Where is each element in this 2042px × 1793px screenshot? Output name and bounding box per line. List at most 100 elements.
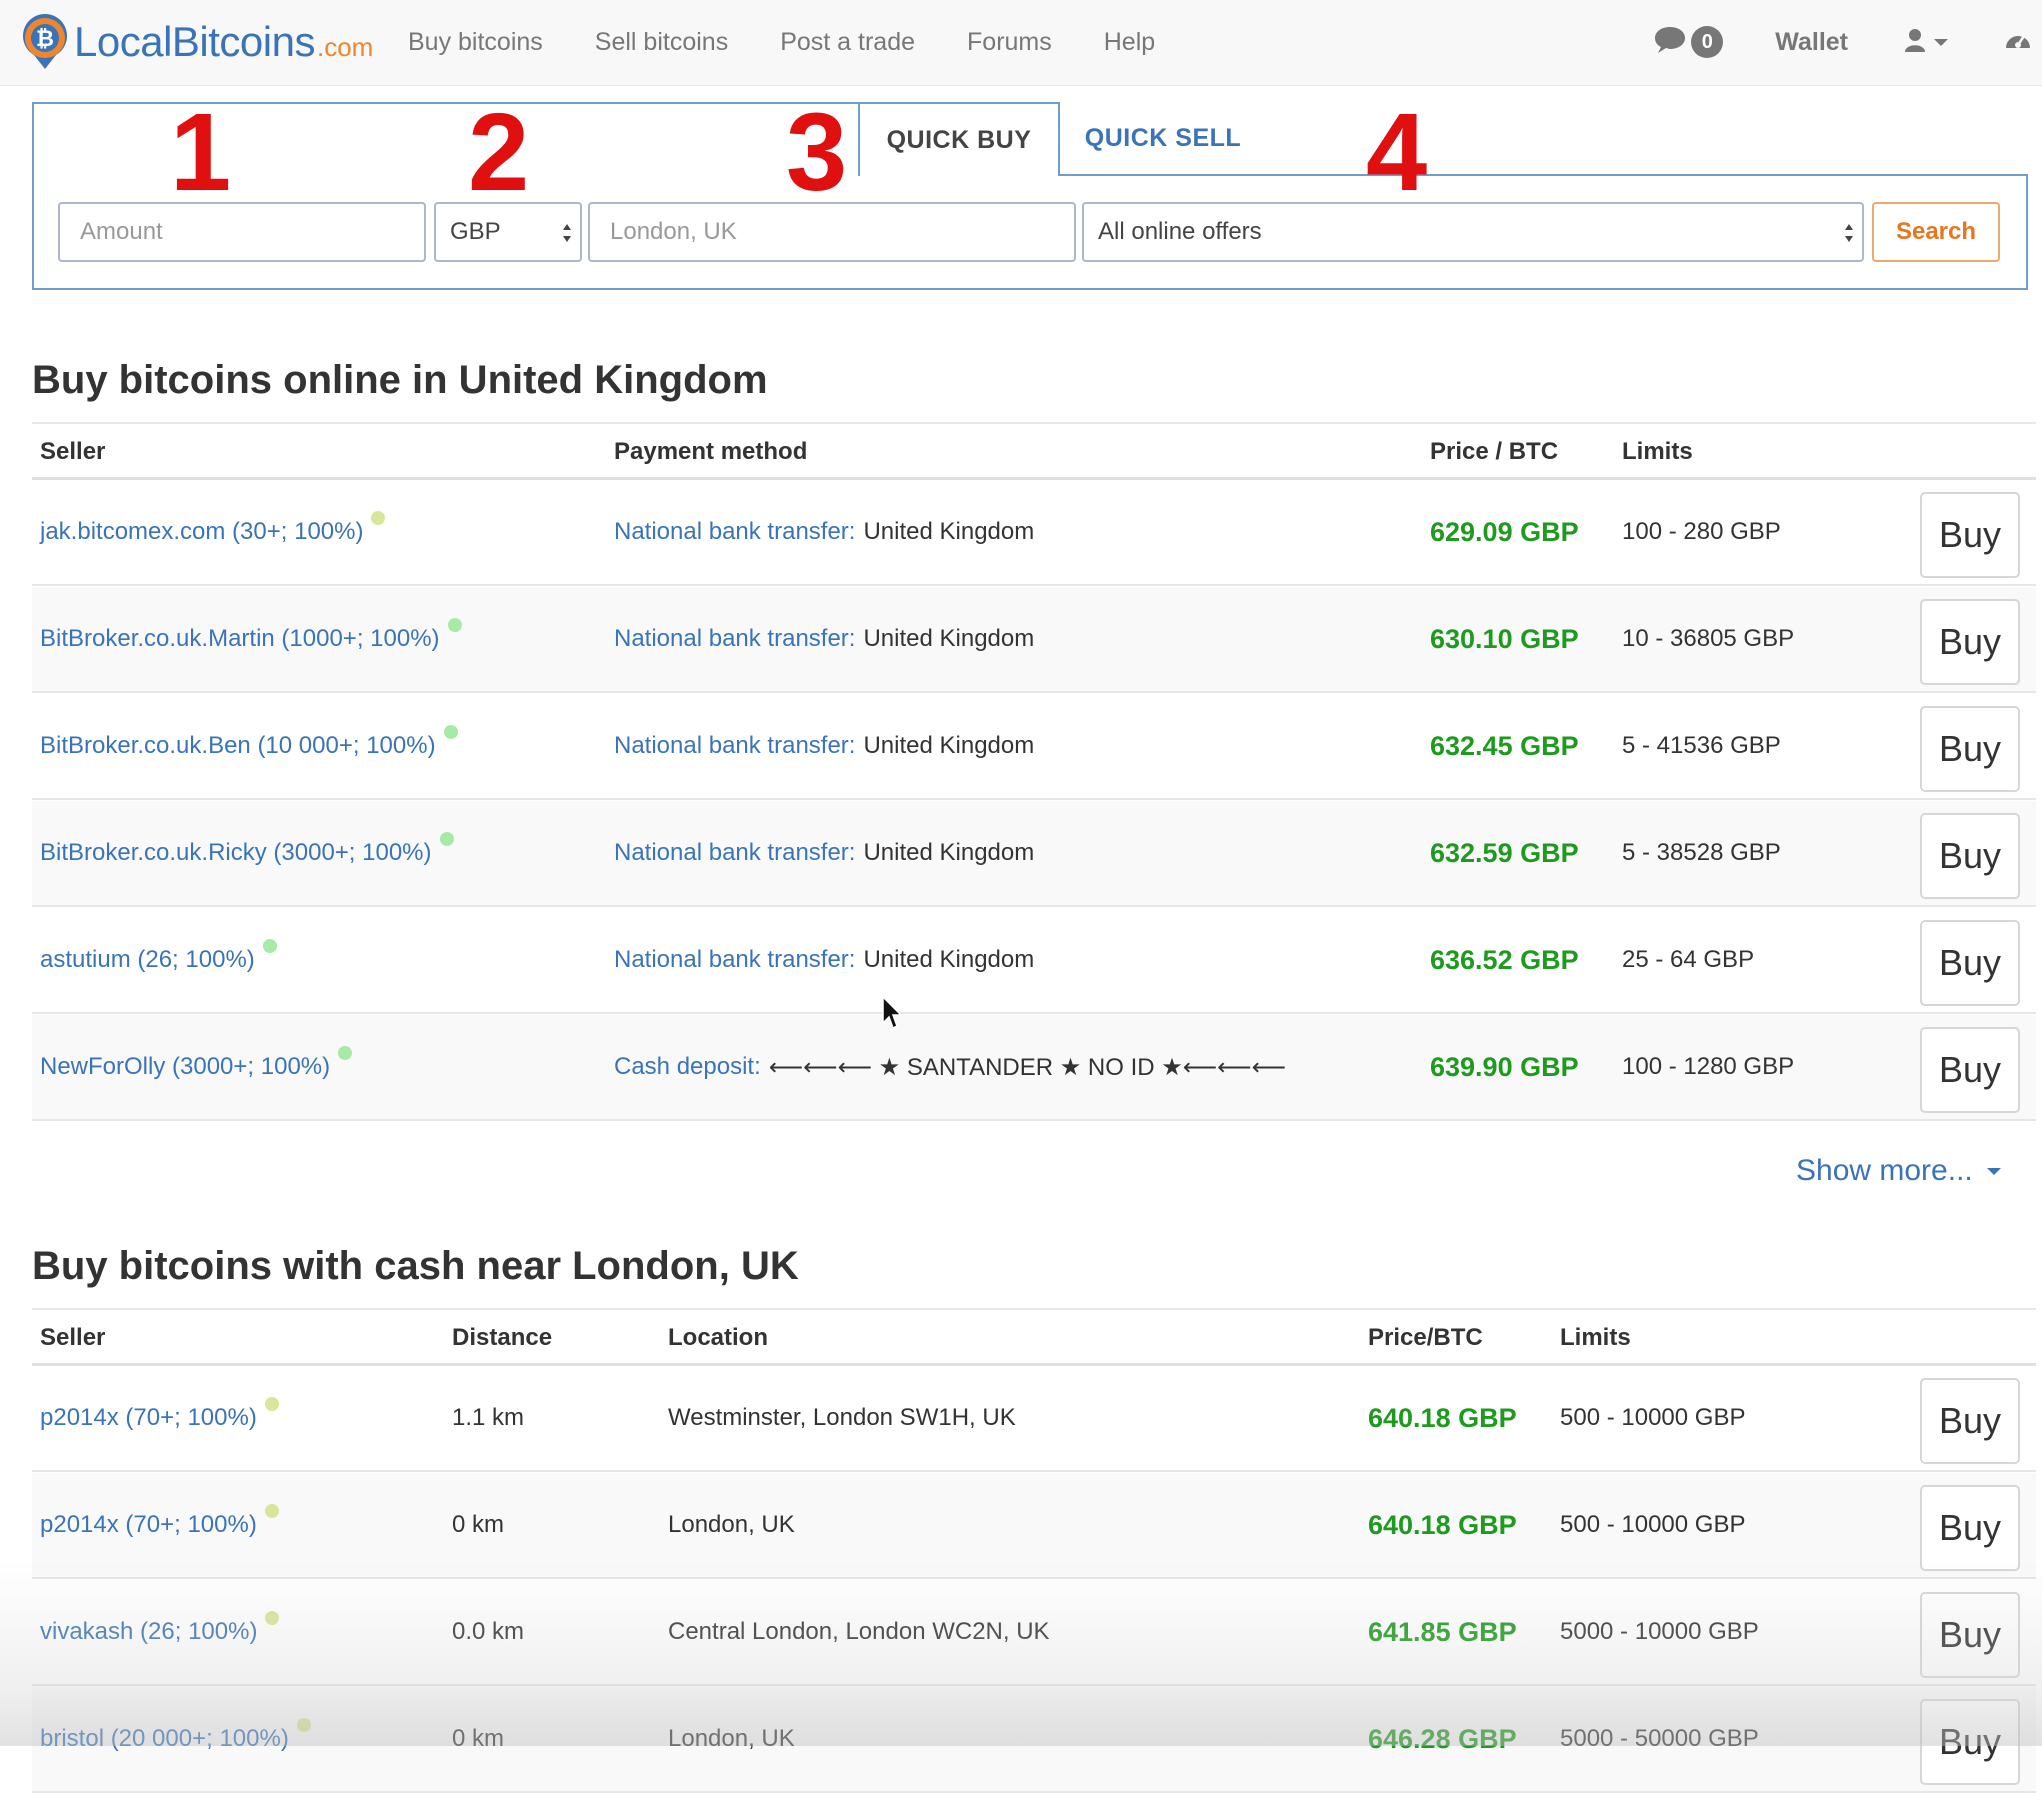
buy-button[interactable]: Buy: [1920, 813, 2020, 899]
online-status-dot: [265, 1611, 280, 1625]
annotation-2: 2: [468, 91, 530, 214]
table-row: bristol (20 000+; 100%) 0 km London, UK …: [32, 1687, 2036, 1793]
online-status-dot: [264, 1504, 279, 1518]
main-nav: Buy bitcoins Sell bitcoins Post a trade …: [408, 0, 1207, 84]
payment-cell: National bank transfer: United Kingdom: [614, 587, 1034, 691]
online-status-dot: [443, 725, 458, 739]
seller-link[interactable]: BitBroker.co.uk.Ben (10 000+; 100%): [40, 732, 436, 760]
distance-cell: 0.0 km: [452, 1618, 525, 1645]
online-status-dot: [371, 511, 386, 525]
offer-type-select[interactable]: All online offers: [1082, 202, 1864, 262]
tab-quick-sell[interactable]: QUICK SELL: [1060, 102, 1266, 174]
message-count-badge: 0: [1691, 26, 1724, 58]
location-cell: London, UK: [668, 1725, 795, 1752]
payment-cell: National bank transfer: United Kingdom: [614, 480, 1034, 584]
seller-link[interactable]: astutium (26; 100%): [40, 946, 255, 974]
col-payment-method: Payment method: [614, 438, 808, 465]
seller-cell: NewForOlly (3000+; 100%): [40, 1015, 353, 1119]
table-row: NewForOlly (3000+; 100%) Cash deposit: ⟵…: [32, 1015, 2036, 1121]
amount-input[interactable]: Amount: [58, 202, 426, 262]
payment-detail: United Kingdom: [863, 732, 1035, 759]
table-row: astutium (26; 100%) National bank transf…: [32, 908, 2036, 1014]
online-table-header: Seller Payment method Price / BTC Limits: [32, 422, 2036, 480]
payment-method-link[interactable]: National bank transfer:: [614, 839, 855, 867]
online-section-title: Buy bitcoins online in United Kingdom: [32, 358, 768, 402]
col-location: Location: [668, 1324, 768, 1351]
messages-button[interactable]: 0: [1653, 25, 1724, 60]
seller-cell: bristol (20 000+; 100%): [40, 1687, 311, 1791]
payment-method-link[interactable]: Cash deposit:: [614, 1053, 761, 1081]
col-limits: Limits: [1560, 1324, 1631, 1351]
price-cell: 639.90 GBP: [1430, 1051, 1579, 1082]
seller-link[interactable]: jak.bitcomex.com (30+; 100%): [40, 518, 363, 546]
seller-link[interactable]: p2014x (70+; 100%): [40, 1511, 257, 1539]
buy-button[interactable]: Buy: [1920, 492, 2020, 578]
payment-detail: United Kingdom: [863, 946, 1035, 973]
buy-button[interactable]: Buy: [1920, 1592, 2020, 1678]
limits-cell: 500 - 10000 GBP: [1560, 1511, 1746, 1538]
gauge-icon[interactable]: [2004, 28, 2032, 57]
currency-value: GBP: [450, 218, 501, 245]
price-cell: 640.18 GBP: [1368, 1509, 1517, 1540]
payment-method-link[interactable]: National bank transfer:: [614, 732, 855, 760]
navbar: ₿ LocalBitcoins .com Buy bitcoins Sell b…: [0, 0, 2042, 86]
annotation-3: 3: [786, 91, 848, 214]
cash-section-title: Buy bitcoins with cash near London, UK: [32, 1244, 799, 1288]
buy-button[interactable]: Buy: [1920, 1699, 2020, 1785]
online-status-dot: [296, 1718, 311, 1732]
limits-cell: 10 - 36805 GBP: [1622, 625, 1795, 652]
nav-forums[interactable]: Forums: [967, 28, 1052, 57]
seller-link[interactable]: NewForOlly (3000+; 100%): [40, 1053, 330, 1081]
svg-text:₿: ₿: [36, 26, 54, 51]
nav-help[interactable]: Help: [1104, 28, 1155, 57]
payment-method-link[interactable]: National bank transfer:: [614, 518, 855, 546]
payment-cell: Cash deposit: ⟵⟵⟵ ★ SANTANDER ★ NO ID ★⟵…: [614, 1015, 1286, 1119]
payment-method-link[interactable]: National bank transfer:: [614, 625, 855, 653]
nav-post-trade[interactable]: Post a trade: [780, 28, 915, 57]
cash-table-header: Seller Distance Location Price/BTC Limit…: [32, 1308, 2036, 1366]
buy-button[interactable]: Buy: [1920, 1027, 2020, 1113]
buy-button[interactable]: Buy: [1920, 1378, 2020, 1464]
location-cell: Westminster, London SW1H, UK: [668, 1404, 1016, 1431]
user-menu[interactable]: [1904, 28, 1948, 57]
buy-button[interactable]: Buy: [1920, 920, 2020, 1006]
limits-cell: 5 - 41536 GBP: [1622, 732, 1781, 759]
show-more-link[interactable]: Show more...: [1796, 1154, 2001, 1188]
buy-button[interactable]: Buy: [1920, 599, 2020, 685]
buy-button[interactable]: Buy: [1920, 706, 2020, 792]
table-row: p2014x (70+; 100%) 0 km London, UK 640.1…: [32, 1473, 2036, 1579]
price-cell: 646.28 GBP: [1368, 1723, 1517, 1754]
seller-link[interactable]: BitBroker.co.uk.Martin (1000+; 100%): [40, 625, 440, 653]
panel-top-border: [32, 102, 860, 104]
seller-cell: BitBroker.co.uk.Ben (10 000+; 100%): [40, 694, 458, 798]
price-cell: 636.52 GBP: [1430, 944, 1579, 975]
site-logo[interactable]: ₿ LocalBitcoins .com: [20, 12, 373, 72]
mouse-cursor-icon: [882, 996, 903, 1030]
limits-cell: 100 - 280 GBP: [1622, 518, 1781, 545]
nav-sell-bitcoins[interactable]: Sell bitcoins: [595, 28, 728, 57]
tab-quick-buy[interactable]: QUICK BUY: [858, 102, 1060, 176]
seller-link[interactable]: vivakash (26; 100%): [40, 1618, 257, 1646]
buy-button[interactable]: Buy: [1920, 1485, 2020, 1571]
seller-link[interactable]: p2014x (70+; 100%): [40, 1404, 257, 1432]
price-cell: 630.10 GBP: [1430, 623, 1579, 654]
limits-cell: 5000 - 10000 GBP: [1560, 1618, 1759, 1645]
annotation-4: 4: [1366, 91, 1428, 214]
bitcoin-location-pin-icon: ₿: [20, 13, 70, 71]
col-price: Price / BTC: [1430, 438, 1559, 465]
price-cell: 632.59 GBP: [1430, 837, 1579, 868]
col-distance: Distance: [452, 1324, 553, 1351]
nav-buy-bitcoins[interactable]: Buy bitcoins: [408, 28, 543, 57]
payment-method-link[interactable]: National bank transfer:: [614, 946, 855, 974]
distance-cell: 0 km: [452, 1725, 505, 1752]
price-cell: 629.09 GBP: [1430, 516, 1579, 547]
nav-wallet[interactable]: Wallet: [1775, 28, 1848, 57]
seller-link[interactable]: bristol (20 000+; 100%): [40, 1725, 289, 1753]
seller-link[interactable]: BitBroker.co.uk.Ricky (3000+; 100%): [40, 839, 432, 867]
payment-detail: United Kingdom: [863, 625, 1035, 652]
payment-detail: United Kingdom: [863, 839, 1035, 866]
table-row: BitBroker.co.uk.Ben (10 000+; 100%) Nati…: [32, 694, 2036, 800]
panel-tab-underline: [1060, 174, 2028, 176]
col-price: Price/BTC: [1368, 1324, 1483, 1351]
search-button[interactable]: Search: [1872, 202, 2000, 262]
